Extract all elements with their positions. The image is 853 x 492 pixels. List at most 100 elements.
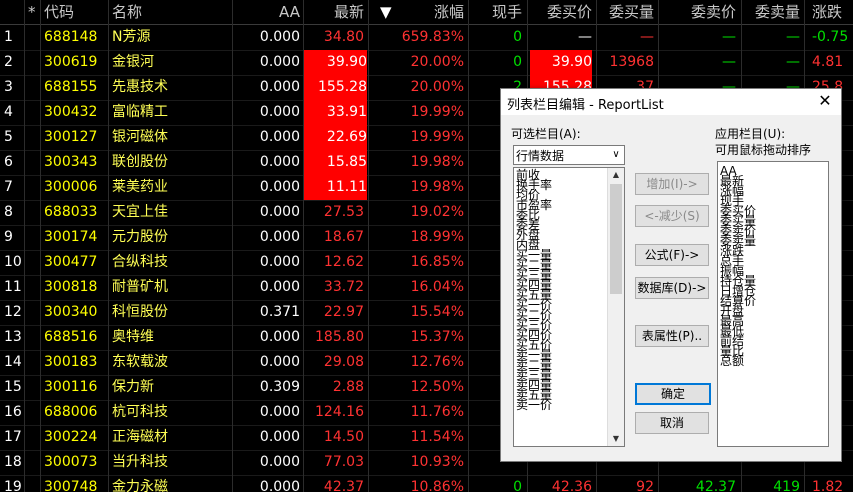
stock-code: 688516 (44, 329, 98, 345)
latest-price: 124.16 (315, 404, 364, 420)
latest-price: 15.85 (303, 150, 367, 175)
col-header-name[interactable]: 名称 (112, 0, 212, 24)
category-select-value: 行情数据 (516, 149, 565, 163)
applied-columns-list[interactable]: AA 最新 涨幅 现手 委买价 委买量 委卖价 委卖量 涨跌 总手 振幅 持仓量 日增仓 结算价 开盘 最高最… (717, 161, 829, 447)
col-header-bid-vol[interactable]: 委买量 (598, 0, 654, 24)
latest-price: 14.50 (323, 429, 364, 445)
remove-column-button[interactable]: <-减少(S) (635, 205, 709, 227)
change-value: 4.81 (812, 54, 844, 70)
table-row[interactable]: 19 300748 金力永磁 0.000 42.37 10.86% 0 42.36 92 42.3… (0, 475, 853, 492)
aa-value: 0.000 (259, 479, 300, 492)
latest-price: 11.11 (303, 175, 367, 200)
stock-name: 奥特维 (112, 329, 154, 345)
latest-price: 27.53 (323, 204, 364, 220)
aa-value: 0.000 (259, 329, 300, 345)
drag-sort-hint: 可用鼠标拖动排序 (715, 143, 812, 157)
stock-name: 先惠技术 (112, 79, 168, 95)
ok-button[interactable]: 确定 (635, 383, 711, 405)
col-divider (108, 0, 109, 492)
table-properties-button[interactable]: 表属性(P).. (635, 325, 709, 347)
stock-name: 科恒股份 (112, 304, 168, 320)
aa-value: 0.000 (259, 354, 300, 370)
category-select[interactable]: 行情数据 ∨ (513, 145, 625, 165)
change-percent: 10.86% (410, 479, 464, 492)
stock-name: 耐普矿机 (112, 279, 168, 295)
latest-price: 42.37 (323, 479, 364, 492)
stock-code: 300224 (44, 429, 98, 445)
available-list-scrollbar[interactable]: ▲ ▼ (607, 168, 624, 446)
bid-volume: 13968 (609, 54, 654, 70)
row-number: 8 (4, 204, 13, 220)
stock-name: 莱美药业 (112, 179, 168, 195)
volume-now: 0 (513, 54, 522, 70)
col-header-ask-price[interactable]: 委卖价 (672, 0, 736, 24)
latest-price: 12.62 (323, 254, 364, 270)
latest-price: 22.69 (303, 125, 367, 150)
stock-code: 300818 (44, 279, 98, 295)
ask-volume: — (786, 54, 800, 70)
close-icon[interactable]: ✕ (815, 91, 835, 111)
scroll-up-icon[interactable]: ▲ (608, 168, 624, 182)
change-percent: 12.76% (410, 354, 464, 370)
stock-name: 当升科技 (112, 454, 168, 470)
column-edit-dialog[interactable]: 列表栏目编辑 - ReportList ✕ 可选栏目(A): 行情数据 ∨ 前收… (500, 88, 842, 462)
row-number: 16 (4, 404, 22, 420)
bid-volume: 92 (636, 479, 654, 492)
change-percent: 16.04% (410, 279, 464, 295)
table-row[interactable]: 1 688148 N芳源 0.000 34.80 659.83% 0 — — — — -0.75 (0, 25, 853, 51)
stock-name: N芳源 (112, 29, 151, 45)
available-columns-list[interactable]: 前收 换手率 均价 市盈率 委比 委差 外盘 内盘 买一量 买二量 买三量 买四量 买五量 买一价 买二价买… (513, 167, 625, 447)
ask-price: 42.37 (695, 479, 736, 492)
change-percent: 18.99% (410, 229, 464, 245)
aa-value: 0.000 (259, 429, 300, 445)
applied-columns-label: 应用栏目(U): (715, 127, 786, 141)
col-header-volume-now[interactable]: 现手 (470, 0, 522, 24)
latest-price: 18.67 (323, 229, 364, 245)
ask-price: — (722, 54, 736, 70)
scrollbar-thumb[interactable] (610, 184, 622, 294)
col-header-bid-price[interactable]: 委买价 (530, 0, 592, 24)
scroll-down-icon[interactable]: ▼ (608, 432, 624, 446)
stock-code: 300127 (44, 129, 98, 145)
stock-name: 银河磁体 (112, 129, 168, 145)
row-number: 3 (4, 79, 13, 95)
row-number: 12 (4, 304, 22, 320)
change-percent: 10.93% (410, 454, 464, 470)
change-percent: 19.98% (410, 154, 464, 170)
col-header-change[interactable]: 涨跌 (812, 0, 853, 24)
change-percent: 15.54% (410, 304, 464, 320)
bid-price: 42.36 (551, 479, 592, 492)
sort-desc-icon[interactable]: ▼ (380, 0, 394, 24)
col-header-aa[interactable]: AA (236, 0, 300, 24)
table-row[interactable]: 2 300619 金银河 0.000 39.90 20.00% 0 39.90 13968— —4… (0, 50, 853, 76)
cancel-button[interactable]: 取消 (635, 412, 709, 434)
col-header-change-pct[interactable]: 涨幅 (400, 0, 464, 24)
database-button[interactable]: 数据库(D)-> (635, 277, 709, 299)
stock-name: 富临精工 (112, 104, 168, 120)
col-header-ask-vol[interactable]: 委卖量 (744, 0, 800, 24)
col-header-star[interactable]: * (28, 0, 40, 24)
aa-value: 0.000 (259, 104, 300, 120)
bid-volume: — (640, 29, 654, 45)
aa-value: 0.000 (259, 279, 300, 295)
stock-code: 300343 (44, 154, 98, 170)
aa-value: 0.000 (259, 129, 300, 145)
change-percent: 19.98% (410, 179, 464, 195)
col-header-code[interactable]: 代码 (44, 0, 104, 24)
stock-name: 正海磁材 (112, 429, 168, 445)
col-divider (24, 0, 25, 492)
change-percent: 659.83% (401, 29, 464, 45)
row-number: 6 (4, 154, 13, 170)
aa-value: 0.000 (259, 204, 300, 220)
latest-price: 29.08 (323, 354, 364, 370)
applied-column-item[interactable]: 总额 (718, 355, 828, 367)
latest-price: 33.91 (303, 100, 367, 125)
col-header-latest[interactable]: 最新 (304, 0, 364, 24)
stock-name: 金力永磁 (112, 479, 168, 492)
formula-button[interactable]: 公式(F)-> (635, 244, 709, 266)
chevron-down-icon[interactable]: ∨ (608, 146, 624, 164)
col-divider (368, 0, 369, 492)
add-column-button[interactable]: 增加(I)-> (635, 173, 709, 195)
dialog-title-bar[interactable]: 列表栏目编辑 - ReportList ✕ (501, 89, 841, 115)
stock-code: 688033 (44, 204, 98, 220)
